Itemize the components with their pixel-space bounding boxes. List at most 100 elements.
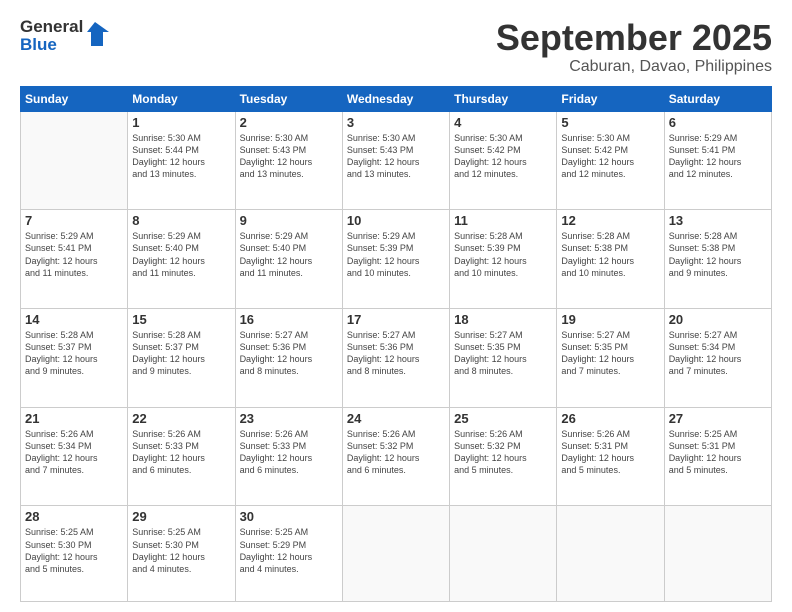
month-title: September 2025: [496, 18, 772, 58]
table-row: 7 Sunrise: 5:29 AM Sunset: 5:41 PM Daylig…: [21, 210, 128, 309]
table-row: 6 Sunrise: 5:29 AM Sunset: 5:41 PM Daylig…: [664, 111, 771, 210]
table-row: 12 Sunrise: 5:28 AM Sunset: 5:38 PM Dayli…: [557, 210, 664, 309]
cell-info: Sunrise: 5:25 AM Sunset: 5:30 PM Dayligh…: [25, 526, 123, 575]
table-row: [664, 506, 771, 602]
cell-info: Sunrise: 5:28 AM Sunset: 5:39 PM Dayligh…: [454, 230, 552, 279]
table-row: 27 Sunrise: 5:25 AM Sunset: 5:31 PM Dayli…: [664, 407, 771, 506]
table-row: 16 Sunrise: 5:27 AM Sunset: 5:36 PM Dayli…: [235, 309, 342, 408]
table-row: 2 Sunrise: 5:30 AM Sunset: 5:43 PM Daylig…: [235, 111, 342, 210]
day-number: 7: [25, 213, 123, 228]
logo-general: General: [20, 18, 83, 36]
cell-info: Sunrise: 5:26 AM Sunset: 5:33 PM Dayligh…: [240, 428, 338, 477]
cell-info: Sunrise: 5:28 AM Sunset: 5:37 PM Dayligh…: [132, 329, 230, 378]
cell-info: Sunrise: 5:29 AM Sunset: 5:41 PM Dayligh…: [669, 132, 767, 181]
col-wednesday: Wednesday: [342, 86, 449, 111]
day-number: 14: [25, 312, 123, 327]
table-row: 26 Sunrise: 5:26 AM Sunset: 5:31 PM Dayli…: [557, 407, 664, 506]
cell-info: Sunrise: 5:30 AM Sunset: 5:43 PM Dayligh…: [347, 132, 445, 181]
logo: General Blue: [20, 18, 109, 54]
day-number: 8: [132, 213, 230, 228]
day-number: 29: [132, 509, 230, 524]
cell-info: Sunrise: 5:25 AM Sunset: 5:31 PM Dayligh…: [669, 428, 767, 477]
page: General Blue September 2025 Caburan, Dav…: [0, 0, 792, 612]
table-row: 4 Sunrise: 5:30 AM Sunset: 5:42 PM Daylig…: [450, 111, 557, 210]
header: General Blue September 2025 Caburan, Dav…: [20, 18, 772, 76]
table-row: 5 Sunrise: 5:30 AM Sunset: 5:42 PM Daylig…: [557, 111, 664, 210]
day-number: 17: [347, 312, 445, 327]
table-row: 17 Sunrise: 5:27 AM Sunset: 5:36 PM Dayli…: [342, 309, 449, 408]
table-row: 23 Sunrise: 5:26 AM Sunset: 5:33 PM Dayli…: [235, 407, 342, 506]
table-row: 18Sunrise: 5:27 AM Sunset: 5:35 PM Dayli…: [450, 309, 557, 408]
day-number: 1: [132, 115, 230, 130]
day-number: 10: [347, 213, 445, 228]
day-number: 15: [132, 312, 230, 327]
cell-info: Sunrise: 5:27 AM Sunset: 5:34 PM Dayligh…: [669, 329, 767, 378]
day-number: 3: [347, 115, 445, 130]
day-number: 9: [240, 213, 338, 228]
cell-info: Sunrise: 5:27 AM Sunset: 5:36 PM Dayligh…: [347, 329, 445, 378]
calendar-table: Sunday Monday Tuesday Wednesday Thursday…: [20, 86, 772, 602]
day-number: 23: [240, 411, 338, 426]
col-saturday: Saturday: [664, 86, 771, 111]
cell-info: Sunrise: 5:29 AM Sunset: 5:40 PM Dayligh…: [132, 230, 230, 279]
table-row: 13 Sunrise: 5:28 AM Sunset: 5:38 PM Dayli…: [664, 210, 771, 309]
day-number: 5: [561, 115, 659, 130]
table-row: 3 Sunrise: 5:30 AM Sunset: 5:43 PM Daylig…: [342, 111, 449, 210]
cell-info: Sunrise: 5:30 AM Sunset: 5:42 PM Dayligh…: [561, 132, 659, 181]
day-number: 19: [561, 312, 659, 327]
logo-blue: Blue: [20, 36, 83, 54]
day-number: 16: [240, 312, 338, 327]
col-friday: Friday: [557, 86, 664, 111]
day-number: 30: [240, 509, 338, 524]
table-row: 15 Sunrise: 5:28 AM Sunset: 5:37 PM Dayli…: [128, 309, 235, 408]
day-number: 26: [561, 411, 659, 426]
table-row: 24 Sunrise: 5:26 AM Sunset: 5:32 PM Dayli…: [342, 407, 449, 506]
cell-info: Sunrise: 5:27 AM Sunset: 5:35 PM Dayligh…: [561, 329, 659, 378]
cell-info: Sunrise: 5:29 AM Sunset: 5:41 PM Dayligh…: [25, 230, 123, 279]
day-number: 4: [454, 115, 552, 130]
cell-info: Sunrise: 5:28 AM Sunset: 5:38 PM Dayligh…: [561, 230, 659, 279]
col-monday: Monday: [128, 86, 235, 111]
day-number: 12: [561, 213, 659, 228]
table-row: 8 Sunrise: 5:29 AM Sunset: 5:40 PM Daylig…: [128, 210, 235, 309]
day-number: 20: [669, 312, 767, 327]
col-tuesday: Tuesday: [235, 86, 342, 111]
day-number: 2: [240, 115, 338, 130]
table-row: 10 Sunrise: 5:29 AM Sunset: 5:39 PM Dayli…: [342, 210, 449, 309]
table-row: 30 Sunrise: 5:25 AM Sunset: 5:29 PM Dayli…: [235, 506, 342, 602]
cell-info: Sunrise: 5:26 AM Sunset: 5:31 PM Dayligh…: [561, 428, 659, 477]
cell-info: Sunrise: 5:29 AM Sunset: 5:40 PM Dayligh…: [240, 230, 338, 279]
cell-info: Sunrise: 5:26 AM Sunset: 5:32 PM Dayligh…: [454, 428, 552, 477]
day-number: 21: [25, 411, 123, 426]
table-row: 29 Sunrise: 5:25 AM Sunset: 5:30 PM Dayli…: [128, 506, 235, 602]
cell-info: Sunrise: 5:26 AM Sunset: 5:33 PM Dayligh…: [132, 428, 230, 477]
cell-info: Sunrise: 5:29 AM Sunset: 5:39 PM Dayligh…: [347, 230, 445, 279]
table-row: 1Sunrise: 5:30 AM Sunset: 5:44 PM Daylig…: [128, 111, 235, 210]
table-row: 25 Sunrise: 5:26 AM Sunset: 5:32 PM Dayli…: [450, 407, 557, 506]
cell-info: Sunrise: 5:27 AM Sunset: 5:35 PM Dayligh…: [454, 329, 552, 378]
day-number: 6: [669, 115, 767, 130]
day-number: 25: [454, 411, 552, 426]
cell-info: Sunrise: 5:25 AM Sunset: 5:30 PM Dayligh…: [132, 526, 230, 575]
header-row: Sunday Monday Tuesday Wednesday Thursday…: [21, 86, 772, 111]
day-number: 13: [669, 213, 767, 228]
cell-info: Sunrise: 5:25 AM Sunset: 5:29 PM Dayligh…: [240, 526, 338, 575]
table-row: 19 Sunrise: 5:27 AM Sunset: 5:35 PM Dayli…: [557, 309, 664, 408]
table-row: 22 Sunrise: 5:26 AM Sunset: 5:33 PM Dayli…: [128, 407, 235, 506]
table-row: 11 Sunrise: 5:28 AM Sunset: 5:39 PM Dayli…: [450, 210, 557, 309]
cell-info: Sunrise: 5:28 AM Sunset: 5:37 PM Dayligh…: [25, 329, 123, 378]
day-number: 27: [669, 411, 767, 426]
cell-info: Sunrise: 5:30 AM Sunset: 5:43 PM Dayligh…: [240, 132, 338, 181]
cell-info: Sunrise: 5:30 AM Sunset: 5:42 PM Dayligh…: [454, 132, 552, 181]
day-number: 24: [347, 411, 445, 426]
cell-info: Sunrise: 5:28 AM Sunset: 5:38 PM Dayligh…: [669, 230, 767, 279]
col-sunday: Sunday: [21, 86, 128, 111]
table-row: [557, 506, 664, 602]
day-number: 22: [132, 411, 230, 426]
day-number: 28: [25, 509, 123, 524]
cell-info: Sunrise: 5:26 AM Sunset: 5:32 PM Dayligh…: [347, 428, 445, 477]
table-row: [342, 506, 449, 602]
table-row: 21Sunrise: 5:26 AM Sunset: 5:34 PM Dayli…: [21, 407, 128, 506]
cell-info: Sunrise: 5:27 AM Sunset: 5:36 PM Dayligh…: [240, 329, 338, 378]
day-number: 11: [454, 213, 552, 228]
